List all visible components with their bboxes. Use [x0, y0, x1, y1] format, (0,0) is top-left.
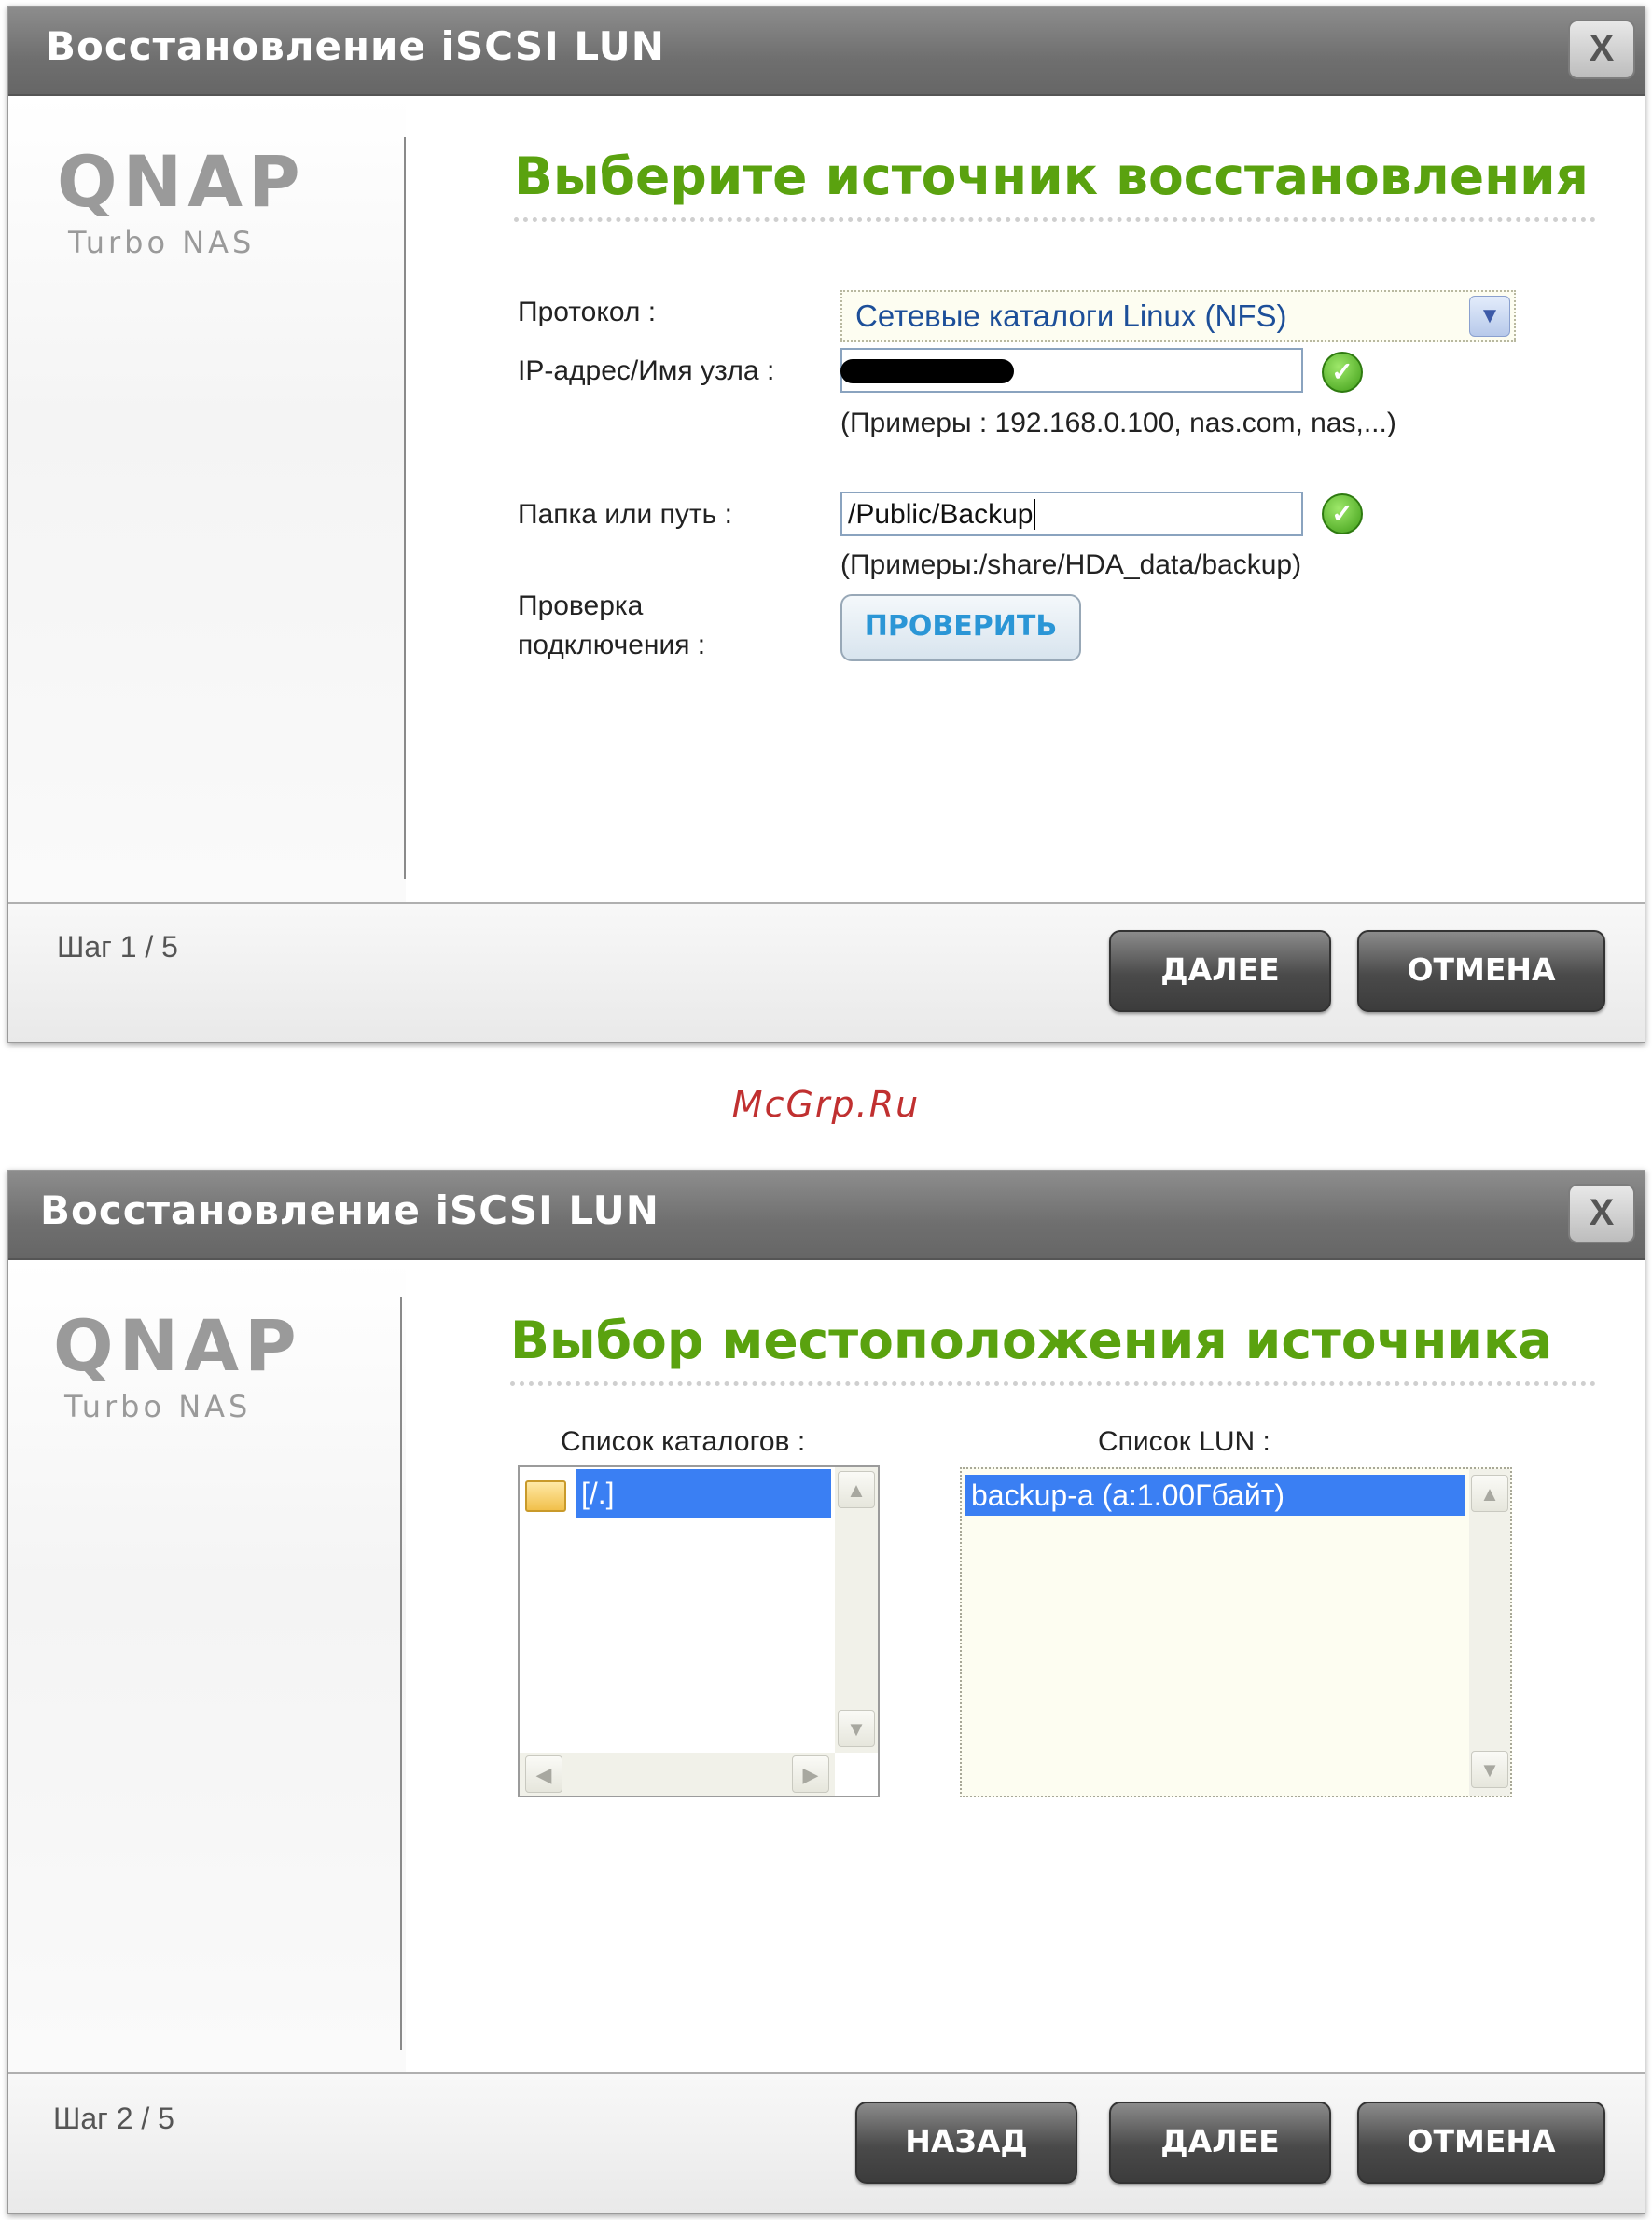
cancel-button[interactable]: ОТМЕНА [1357, 2102, 1605, 2184]
scroll-right-icon[interactable]: ▶ [792, 1755, 829, 1793]
next-button[interactable]: ДАЛЕЕ [1109, 930, 1331, 1012]
logo-brand: QNAP [57, 140, 306, 223]
step-indicator: Шаг 2 / 5 [53, 2102, 174, 2135]
heading-underline [510, 1381, 1596, 1386]
lun-list-label: Список LUN : [1098, 1426, 1270, 1457]
logo-product: Turbo NAS [68, 225, 256, 260]
catalog-horizontal-scrollbar[interactable]: ◀ ▶ [520, 1753, 835, 1796]
close-button[interactable]: X [1568, 20, 1635, 79]
cancel-button[interactable]: ОТМЕНА [1357, 930, 1605, 1012]
restore-dialog-step1: Восстановление iSCSI LUN X QNAP Turbo NA… [7, 6, 1645, 1043]
protocol-label: Протокол : [518, 297, 657, 327]
watermark: McGrp.Ru [731, 1084, 921, 1125]
verify-label-line2: подключения : [518, 630, 706, 660]
scroll-up-icon[interactable]: ▲ [1471, 1475, 1508, 1512]
chevron-down-icon[interactable]: ▼ [1469, 296, 1510, 337]
close-button[interactable]: X [1568, 1184, 1635, 1243]
catalog-list-label: Список каталогов : [561, 1426, 806, 1457]
dialog-footer: Шаг 2 / 5 НАЗАД ДАЛЕЕ ОТМЕНА [8, 2072, 1645, 2213]
scroll-down-icon[interactable]: ▼ [838, 1710, 875, 1747]
lun-vertical-scrollbar[interactable]: ▲ ▼ [1469, 1469, 1510, 1796]
scroll-down-icon[interactable]: ▼ [1471, 1751, 1508, 1788]
scroll-up-icon[interactable]: ▲ [838, 1471, 875, 1508]
verify-label-line1: Проверка [518, 590, 644, 621]
dialog-footer: Шаг 1 / 5 ДАЛЕЕ ОТМЕНА [8, 902, 1645, 1042]
page-heading: Выберите источник восстановления [514, 146, 1589, 206]
redaction-mark [840, 359, 1014, 383]
back-button[interactable]: НАЗАД [855, 2102, 1077, 2184]
lun-list[interactable]: backup-a (a:1.00Гбайт) ▲ ▼ [960, 1467, 1512, 1797]
logo-brand: QNAP [53, 1304, 302, 1387]
heading-underline [514, 217, 1596, 222]
dialog-title: Восстановление iSCSI LUN [46, 23, 665, 69]
path-input[interactable]: /Public/Backup [840, 492, 1303, 536]
dialog-titlebar[interactable]: Восстановление iSCSI LUN X [8, 1171, 1645, 1260]
path-hint: (Примеры:/share/HDA_data/backup) [840, 549, 1302, 580]
page-heading: Выбор местоположения источника [510, 1311, 1553, 1370]
qnap-logo: QNAP Turbo NAS [57, 140, 306, 261]
verify-button[interactable]: ПРОВЕРИТЬ [840, 594, 1081, 661]
path-valid-check-icon: ✓ [1322, 493, 1363, 534]
list-item[interactable]: backup-a (a:1.00Гбайт) [965, 1475, 1465, 1516]
path-label: Папка или путь : [518, 499, 732, 530]
step-indicator: Шаг 1 / 5 [57, 930, 178, 964]
scroll-left-icon[interactable]: ◀ [525, 1755, 562, 1793]
list-item[interactable]: [/.] [576, 1469, 831, 1518]
protocol-select-value: Сетевые каталоги Linux (NFS) [855, 298, 1287, 333]
folder-icon [525, 1480, 566, 1512]
logo-product: Turbo NAS [64, 1389, 252, 1424]
qnap-logo: QNAP Turbo NAS [53, 1304, 302, 1425]
protocol-select[interactable]: Сетевые каталоги Linux (NFS) ▼ [840, 290, 1516, 342]
path-input-value: /Public/Backup [848, 499, 1034, 530]
dialog-title: Восстановление iSCSI LUN [40, 1187, 659, 1233]
catalog-list[interactable]: [/.] ▲ ▼ ◀ ▶ [518, 1465, 880, 1797]
ip-hint: (Примеры : 192.168.0.100, nas.com, nas,.… [840, 408, 1396, 438]
panel-divider [400, 1297, 402, 2050]
ip-valid-check-icon: ✓ [1322, 352, 1363, 393]
panel-divider [404, 137, 406, 879]
restore-dialog-step2: Восстановление iSCSI LUN X QNAP Turbo NA… [7, 1170, 1645, 2214]
next-button[interactable]: ДАЛЕЕ [1109, 2102, 1331, 2184]
catalog-vertical-scrollbar[interactable]: ▲ ▼ [835, 1467, 878, 1753]
ip-label: IP-адрес/Имя узла : [518, 355, 775, 386]
dialog-titlebar[interactable]: Восстановление iSCSI LUN X [8, 7, 1645, 96]
